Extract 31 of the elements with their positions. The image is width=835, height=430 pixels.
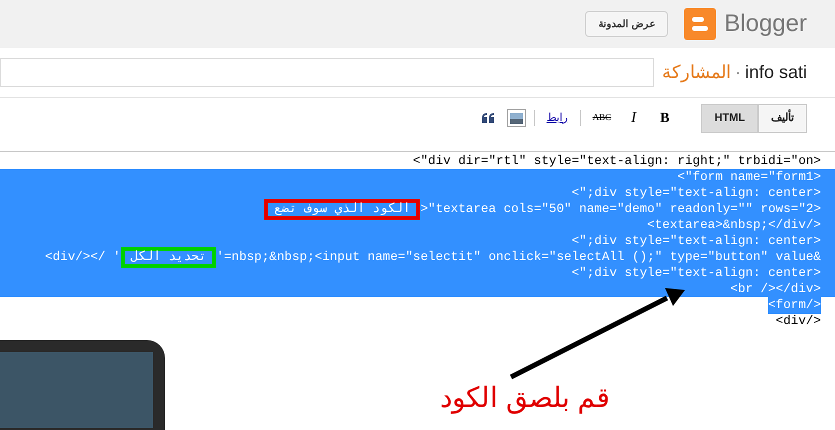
mode-tab[interactable]: تأليف (758, 104, 807, 132)
link-button[interactable]: رابط (542, 110, 572, 126)
code-text: <"form name="form1> (677, 170, 821, 184)
strikethrough-button[interactable]: ABC (588, 111, 616, 125)
code-text: <";div style="text-align: center> (572, 266, 821, 280)
code-text: <div/></ ' (45, 250, 121, 264)
post-section-label: المشاركة (662, 61, 731, 84)
quote-icon (482, 113, 495, 123)
blog-name: info sati (744, 61, 807, 84)
logo-text: Blogger (724, 9, 807, 39)
image-button[interactable] (506, 109, 526, 127)
picture-icon (510, 112, 523, 124)
view-blog-button[interactable]: عرض المدونة (585, 11, 668, 37)
post-title-field[interactable] (0, 58, 654, 87)
code-text: '=nbsp;&nbsp;<input name="selectit" onclick="selectAll ();" type="button" value& (216, 250, 821, 264)
code-text: <";div style="text-align: center> (572, 234, 821, 248)
code-text: <form/> (768, 298, 821, 312)
separator-dot: · (734, 61, 741, 84)
blogger-logo-icon (684, 8, 716, 40)
annotation-frame: تحديد الكل (120, 246, 216, 268)
mode-tab[interactable]: HTML (701, 104, 758, 132)
code-text: <textarea>&nbsp;</div/> (647, 218, 821, 232)
italic-button[interactable]: I (623, 106, 644, 130)
code-text: >"textarea cols="50" name="demo" readonly="" rows="2> (420, 202, 821, 216)
annotation-frame: الكود الذي سوف تضع (264, 198, 420, 220)
code-text: <div/> (776, 314, 821, 328)
code-text: <"div dir="rtl" style="text-align: right;" trbidi="on> (412, 154, 821, 168)
code-text: <";div style="text-align: center> (572, 186, 821, 200)
code-text: <br /></div> (730, 282, 821, 296)
bold-button[interactable]: B (652, 108, 678, 128)
annotation-caption: قم بلصق الكود (440, 381, 610, 416)
